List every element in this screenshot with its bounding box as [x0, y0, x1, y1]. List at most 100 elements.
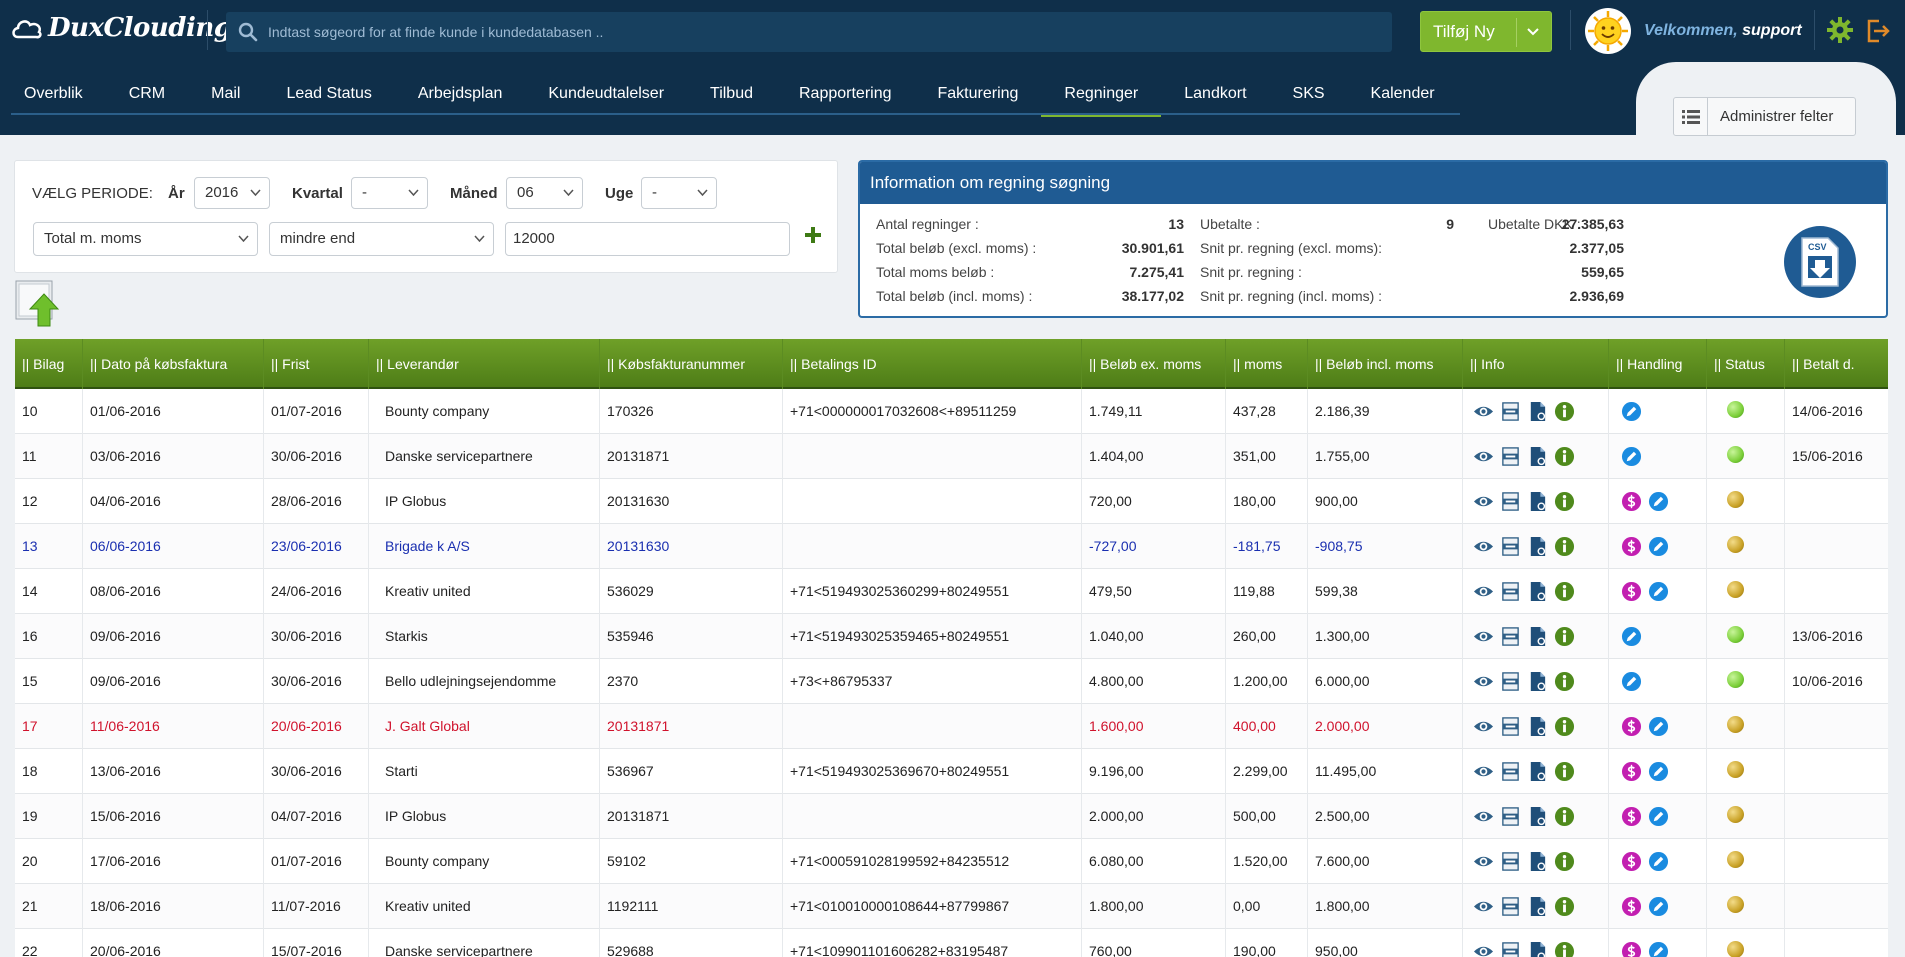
cell-leverandor[interactable]: IP Globus [369, 479, 600, 524]
edit-icon[interactable] [1648, 761, 1669, 782]
edit-icon[interactable] [1648, 536, 1669, 557]
edit-icon[interactable] [1621, 446, 1642, 467]
edit-icon[interactable] [1648, 581, 1669, 602]
info-icon[interactable] [1554, 536, 1575, 557]
edit-icon[interactable] [1621, 626, 1642, 647]
pay-icon[interactable] [1621, 851, 1642, 872]
column-header-moms[interactable]: || moms [1226, 339, 1308, 389]
eye-icon[interactable] [1473, 716, 1494, 737]
edit-icon[interactable] [1621, 671, 1642, 692]
nav-item-mail[interactable]: Mail [188, 62, 263, 114]
document-icon[interactable] [1527, 446, 1548, 467]
pdf-icon[interactable] [1500, 761, 1521, 782]
document-icon[interactable] [1527, 581, 1548, 602]
add-new-button[interactable]: Tilføj Ny [1420, 11, 1552, 52]
info-icon[interactable] [1554, 851, 1575, 872]
pdf-icon[interactable] [1500, 671, 1521, 692]
eye-icon[interactable] [1473, 581, 1494, 602]
cell-leverandor[interactable]: Kreativ united [369, 884, 600, 929]
eye-icon[interactable] [1473, 401, 1494, 422]
table-row[interactable]: 18 13/06-2016 30/06-2016 Starti 536967 +… [15, 749, 1888, 794]
pay-icon[interactable] [1621, 491, 1642, 512]
document-icon[interactable] [1527, 626, 1548, 647]
document-icon[interactable] [1527, 761, 1548, 782]
operator-select[interactable]: mindre end [269, 222, 494, 256]
cell-leverandor[interactable]: Starti [369, 749, 600, 794]
amount-input[interactable]: 12000 [505, 222, 790, 256]
document-icon[interactable] [1527, 806, 1548, 827]
info-icon[interactable] [1554, 941, 1575, 957]
nav-item-landkort[interactable]: Landkort [1161, 62, 1269, 114]
document-icon[interactable] [1527, 401, 1548, 422]
info-icon[interactable] [1554, 761, 1575, 782]
info-icon[interactable] [1554, 491, 1575, 512]
nav-item-arbejdsplan[interactable]: Arbejdsplan [395, 62, 526, 114]
eye-icon[interactable] [1473, 671, 1494, 692]
info-icon[interactable] [1554, 581, 1575, 602]
pay-icon[interactable] [1621, 536, 1642, 557]
pay-icon[interactable] [1621, 716, 1642, 737]
info-icon[interactable] [1554, 806, 1575, 827]
edit-icon[interactable] [1621, 401, 1642, 422]
pdf-icon[interactable] [1500, 896, 1521, 917]
search-input[interactable] [268, 24, 1368, 40]
table-row[interactable]: 22 20/06-2016 15/07-2016 Danske servicep… [15, 929, 1888, 957]
eye-icon[interactable] [1473, 941, 1494, 957]
table-row[interactable]: 19 15/06-2016 04/07-2016 IP Globus 20131… [15, 794, 1888, 839]
edit-icon[interactable] [1648, 716, 1669, 737]
pdf-icon[interactable] [1500, 446, 1521, 467]
table-row[interactable]: 12 04/06-2016 28/06-2016 IP Globus 20131… [15, 479, 1888, 524]
eye-icon[interactable] [1473, 626, 1494, 647]
edit-icon[interactable] [1648, 896, 1669, 917]
column-header-bilag[interactable]: || Bilag [15, 339, 83, 389]
nav-item-crm[interactable]: CRM [106, 62, 188, 114]
column-header-leverandor[interactable]: || Leverandør [369, 339, 600, 389]
week-select[interactable]: - [641, 177, 717, 209]
eye-icon[interactable] [1473, 761, 1494, 782]
document-icon[interactable] [1527, 896, 1548, 917]
table-row[interactable]: 10 01/06-2016 01/07-2016 Bounty company … [15, 389, 1888, 434]
info-icon[interactable] [1554, 446, 1575, 467]
admin-fields-button[interactable]: Administrer felter [1673, 97, 1856, 136]
cell-leverandor[interactable]: Bello udlejningsejendomme [369, 659, 600, 704]
pdf-icon[interactable] [1500, 491, 1521, 512]
avatar[interactable] [1585, 8, 1631, 54]
table-row[interactable]: 13 06/06-2016 23/06-2016 Brigade k A/S 2… [15, 524, 1888, 569]
nav-item-overblik[interactable]: Overblik [11, 62, 106, 114]
pay-icon[interactable] [1621, 761, 1642, 782]
info-icon[interactable] [1554, 716, 1575, 737]
csv-export-button[interactable]: CSV [1784, 226, 1856, 298]
edit-icon[interactable] [1648, 941, 1669, 957]
info-icon[interactable] [1554, 401, 1575, 422]
cell-leverandor[interactable]: Danske servicepartnere [369, 434, 600, 479]
info-icon[interactable] [1554, 626, 1575, 647]
nav-item-rapportering[interactable]: Rapportering [776, 62, 915, 114]
column-header-status[interactable]: || Status [1707, 339, 1785, 389]
eye-icon[interactable] [1473, 491, 1494, 512]
info-icon[interactable] [1554, 671, 1575, 692]
column-header-info[interactable]: || Info [1463, 339, 1609, 389]
quarter-select[interactable]: - [351, 177, 428, 209]
pdf-icon[interactable] [1500, 626, 1521, 647]
info-icon[interactable] [1554, 896, 1575, 917]
add-filter-icon[interactable] [804, 226, 822, 244]
pdf-icon[interactable] [1500, 941, 1521, 957]
cell-leverandor[interactable]: Bounty company [369, 839, 600, 884]
column-header-belob-incl-moms[interactable]: || Beløb incl. moms [1308, 339, 1463, 389]
edit-icon[interactable] [1648, 851, 1669, 872]
cell-leverandor[interactable]: Brigade k A/S [369, 524, 600, 569]
field-select[interactable]: Total m. moms [33, 222, 258, 256]
eye-icon[interactable] [1473, 851, 1494, 872]
logo[interactable]: DuxClouding [10, 8, 232, 48]
cell-leverandor[interactable]: J. Galt Global [369, 704, 600, 749]
search-box[interactable] [226, 12, 1392, 52]
year-select[interactable]: 2016 [194, 177, 270, 209]
table-row[interactable]: 14 08/06-2016 24/06-2016 Kreativ united … [15, 569, 1888, 614]
pay-icon[interactable] [1621, 806, 1642, 827]
cell-leverandor[interactable]: Starkis [369, 614, 600, 659]
table-row[interactable]: 20 17/06-2016 01/07-2016 Bounty company … [15, 839, 1888, 884]
cell-leverandor[interactable]: Kreativ united [369, 569, 600, 614]
nav-item-regninger[interactable]: Regninger [1041, 62, 1162, 117]
nav-item-lead-status[interactable]: Lead Status [263, 62, 394, 114]
table-row[interactable]: 11 03/06-2016 30/06-2016 Danske servicep… [15, 434, 1888, 479]
